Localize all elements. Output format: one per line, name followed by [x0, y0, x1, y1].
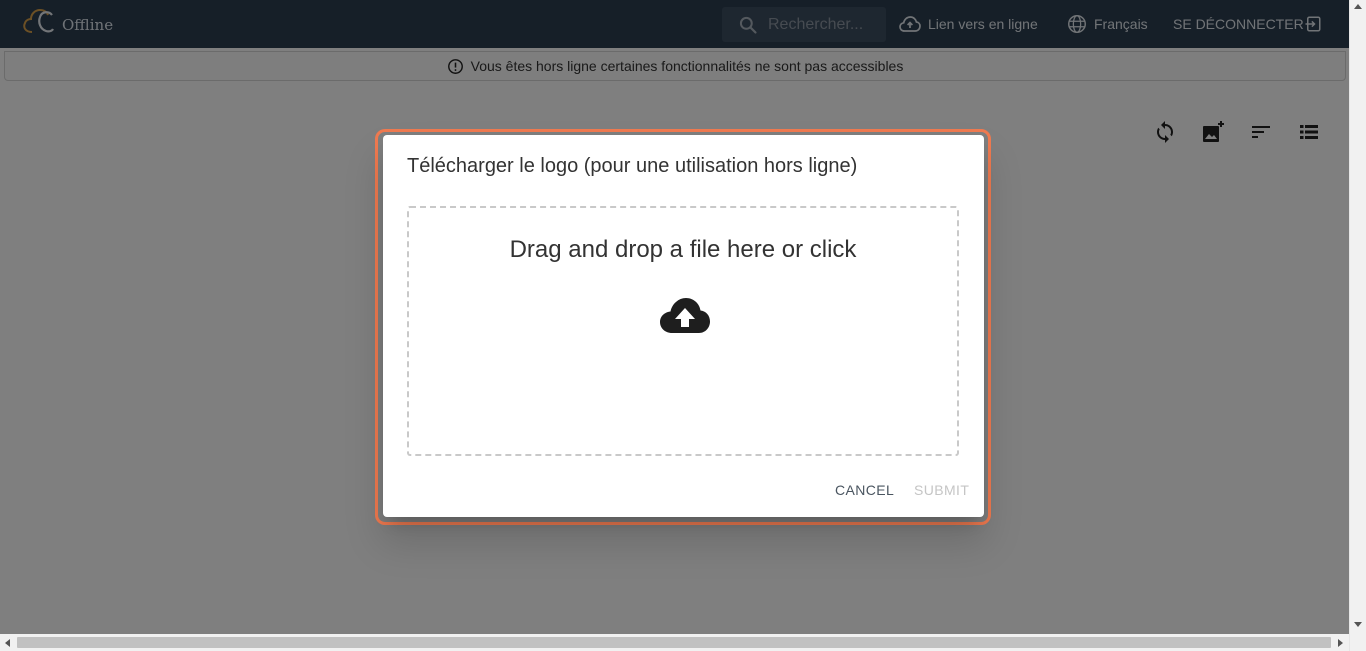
upload-logo-dialog: Télécharger le logo (pour une utilisatio…: [383, 135, 984, 517]
scroll-up-arrow-icon[interactable]: [1354, 4, 1362, 9]
scroll-right-arrow-icon[interactable]: [1338, 639, 1343, 647]
horizontal-scroll-thumb[interactable]: [17, 637, 1331, 648]
scroll-down-arrow-icon[interactable]: [1354, 622, 1362, 627]
horizontal-scrollbar[interactable]: [0, 634, 1349, 651]
dialog-title: Télécharger le logo (pour une utilisatio…: [407, 155, 858, 177]
dropzone-text: Drag and drop a file here or click: [509, 236, 857, 263]
vertical-scrollbar[interactable]: [1349, 0, 1366, 651]
cloud-upload-icon: [660, 298, 710, 333]
scroll-left-arrow-icon[interactable]: [5, 639, 10, 647]
cancel-button[interactable]: CANCEL: [835, 475, 894, 505]
submit-button[interactable]: SUBMIT: [914, 475, 969, 505]
file-dropzone[interactable]: Drag and drop a file here or click: [407, 206, 959, 456]
